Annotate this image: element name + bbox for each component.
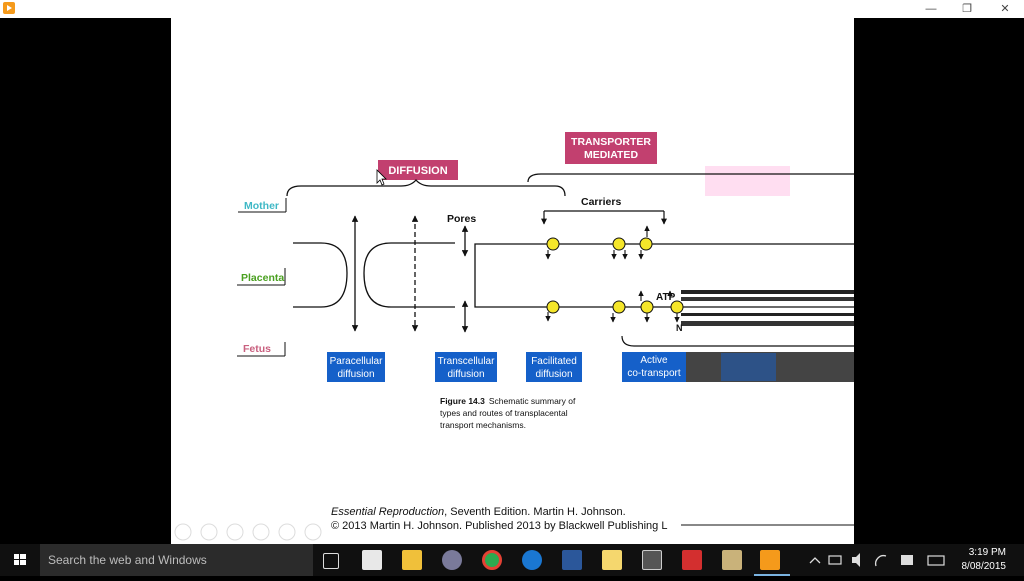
dark-band-2 <box>681 297 854 301</box>
carrier-bottom-4 <box>670 300 684 314</box>
active-label-1: Active <box>640 355 668 366</box>
carrier-top-2 <box>612 237 626 251</box>
media-player-app-icon <box>3 2 15 14</box>
previous-slide-icon[interactable] <box>174 523 192 541</box>
carrier-bottom-2 <box>612 300 626 314</box>
battery-icon[interactable] <box>828 555 842 565</box>
file-explorer-icon[interactable] <box>402 550 422 570</box>
paracellular-label-2: diffusion <box>337 369 374 380</box>
minimize-button[interactable]: — <box>916 0 946 18</box>
label-placenta: Placenta <box>241 272 284 284</box>
clock-date[interactable]: 8/08/2015 <box>946 561 1007 572</box>
facilitated-label-1: Facilitated <box>531 356 577 367</box>
acrobat-icon[interactable] <box>682 550 702 570</box>
carrier-bottom-1 <box>546 300 560 314</box>
calculator-icon[interactable] <box>642 550 662 570</box>
volume-icon[interactable] <box>852 553 860 567</box>
zoom-icon[interactable] <box>278 523 296 541</box>
credit-line1: Essential Reproduction, Seventh Edition.… <box>331 506 626 518</box>
facilitated-label-2: diffusion <box>535 369 572 380</box>
label-carriers: Carriers <box>581 196 621 208</box>
active-brace <box>621 335 854 347</box>
next-slide-icon[interactable] <box>200 523 218 541</box>
pen-icon[interactable] <box>226 523 244 541</box>
transporter-brace <box>527 173 854 183</box>
title-bar: — ❐ ✕ <box>0 0 1024 18</box>
label-fetus: Fetus <box>243 343 271 355</box>
paint-app-icon[interactable] <box>442 550 462 570</box>
media-player-taskbar-icon[interactable] <box>760 550 780 570</box>
label-pores: Pores <box>447 213 476 225</box>
wifi-icon[interactable] <box>875 555 887 567</box>
start-button[interactable] <box>0 544 40 576</box>
svg-text:N: N <box>676 323 683 333</box>
dark-band-1 <box>681 290 854 294</box>
carrier-top-3 <box>639 237 653 251</box>
more-options-icon[interactable] <box>304 523 322 541</box>
close-button[interactable]: ✕ <box>990 0 1020 18</box>
active-label-2: co-transport <box>627 368 681 379</box>
transport-diagram: DIFFUSION TRANSPORTER MEDIATED Mother Pl… <box>174 132 854 541</box>
chevron-up-icon[interactable] <box>809 557 821 564</box>
figure-caption-line2: types and routes of transplacental <box>440 408 568 418</box>
chrome-icon[interactable] <box>482 550 502 570</box>
dark-band-4 <box>681 321 854 326</box>
files-app-icon[interactable] <box>722 550 742 570</box>
transporter-header-label-1: TRANSPORTER <box>571 136 651 148</box>
slideshow-controls[interactable] <box>174 523 322 541</box>
figure-caption-line1: Figure 14.3 Schematic summary of <box>440 396 576 406</box>
carrier-top-1 <box>546 237 560 251</box>
label-atp: ATP <box>656 292 676 303</box>
transcellular-label-1: Transcellular <box>438 356 496 367</box>
cell-left <box>293 242 348 308</box>
edge-browser-icon[interactable] <box>522 550 542 570</box>
search-placeholder: Search the web and Windows <box>48 553 207 567</box>
search-box[interactable]: Search the web and Windows <box>40 544 313 576</box>
figure-caption-line3: transport mechanisms. <box>440 420 526 430</box>
carrier-bottom-3 <box>640 300 654 314</box>
taskbar: Search the web and Windows 3:19 PM 8/08/… <box>0 544 1024 576</box>
task-view-icon[interactable] <box>323 553 339 569</box>
slide-content: DIFFUSION TRANSPORTER MEDIATED Mother Pl… <box>171 18 854 544</box>
obscured-blue-box <box>721 353 776 381</box>
diffusion-header-label: DIFFUSION <box>388 165 447 177</box>
credit-line2: © 2013 Martin H. Johnson. Published 2013… <box>331 520 667 532</box>
keyboard-icon[interactable] <box>927 555 945 566</box>
clock-time[interactable]: 3:19 PM <box>946 547 1006 558</box>
restore-button[interactable]: ❐ <box>952 0 982 18</box>
notifications-icon[interactable] <box>901 555 913 565</box>
sticky-notes-icon[interactable] <box>602 550 622 570</box>
paracellular-label-1: Paracellular <box>330 356 383 367</box>
system-tray: 3:19 PM 8/08/2015 <box>804 544 1024 576</box>
diffusion-brace <box>286 178 566 197</box>
slides-grid-icon[interactable] <box>252 523 270 541</box>
transcellular-label-2: diffusion <box>447 369 484 380</box>
windows-logo-icon <box>14 554 26 565</box>
word-icon[interactable] <box>562 550 582 570</box>
store-icon[interactable] <box>362 550 382 570</box>
obscured-header-box <box>705 166 790 196</box>
dark-band-3 <box>681 313 854 316</box>
transporter-header-label-2: MEDIATED <box>584 149 638 161</box>
label-mother: Mother <box>244 200 279 212</box>
cell-middle <box>363 242 455 308</box>
